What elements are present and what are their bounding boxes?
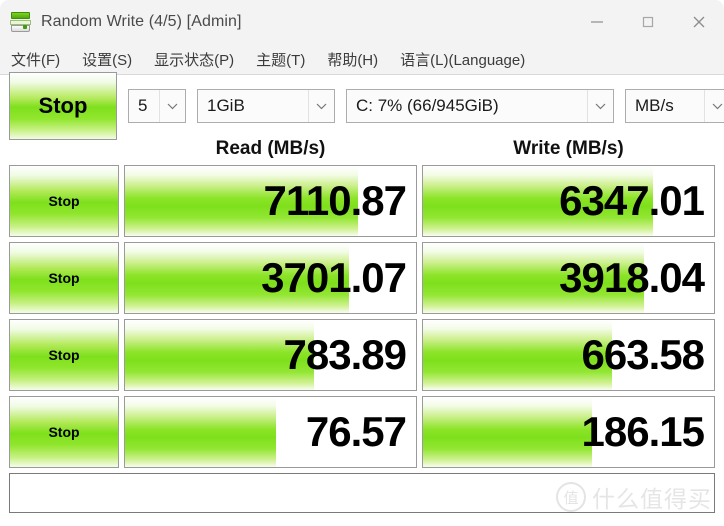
menu-item-display-status[interactable]: 显示状态(P)	[154, 49, 234, 70]
application-window: Random Write (4/5) [Admin] 文件(F) 设置(S) 显…	[0, 0, 724, 526]
all-stop-button[interactable]: Stop	[9, 72, 117, 140]
unit-dropdown[interactable]: MB/s	[625, 89, 724, 123]
write-score-value-1: 3918.04	[559, 254, 705, 301]
write-score-value-3: 186.15	[581, 408, 705, 455]
comment-input[interactable]	[9, 473, 715, 513]
table-row: Stop 783.89 663.58	[9, 319, 715, 391]
target-drive-value: C: 7% (66/945GiB)	[356, 96, 499, 115]
chevron-down-icon	[308, 90, 334, 122]
read-score-value-2: 783.89	[283, 331, 407, 378]
menu-item-file[interactable]: 文件(F)	[11, 49, 60, 70]
write-score-cell-3: 186.15	[422, 396, 715, 468]
read-score-cell-2: 783.89	[124, 319, 417, 391]
table-row: Stop 7110.87 6347.01	[9, 165, 715, 237]
test-size-value: 1GiB	[207, 96, 245, 115]
read-score-value-3: 76.57	[305, 408, 407, 455]
write-score-value-2: 663.58	[581, 331, 705, 378]
write-score-cell-2: 663.58	[422, 319, 715, 391]
table-row: Stop 3701.07 3918.04	[9, 242, 715, 314]
menu-item-language[interactable]: 语言(L)(Language)	[400, 49, 525, 70]
chevron-down-icon	[159, 90, 185, 122]
minimize-icon	[590, 21, 603, 23]
client-area: Stop 5 1GiB C: 7% (66/945GiB) MB/s Read …	[0, 72, 724, 526]
read-score-cell-3: 76.57	[124, 396, 417, 468]
results-table: Stop 7110.87 6347.01 Stop 3701.07 3918.0…	[9, 165, 715, 468]
close-button[interactable]	[673, 0, 724, 44]
test-size-dropdown[interactable]: 1GiB	[197, 89, 335, 123]
row-stop-button-1[interactable]: Stop	[9, 242, 119, 314]
maximize-icon	[642, 16, 653, 28]
read-score-value-1: 3701.07	[261, 254, 407, 301]
title-bar: Random Write (4/5) [Admin]	[0, 0, 724, 44]
menu-bar: 文件(F) 设置(S) 显示状态(P) 主题(T) 帮助(H) 语言(L)(La…	[0, 44, 724, 75]
menu-item-settings[interactable]: 设置(S)	[82, 49, 132, 70]
crystaldiskmark-disk-icon	[10, 11, 32, 33]
minimize-button[interactable]	[571, 0, 622, 44]
window-title: Random Write (4/5) [Admin]	[41, 13, 242, 30]
window-controls	[571, 0, 724, 44]
unit-value: MB/s	[635, 96, 674, 115]
table-row: Stop 76.57 186.15	[9, 396, 715, 468]
read-score-value-0: 7110.87	[263, 177, 407, 224]
read-score-cell-1: 3701.07	[124, 242, 417, 314]
menu-item-help[interactable]: 帮助(H)	[327, 49, 378, 70]
write-score-cell-1: 3918.04	[422, 242, 715, 314]
write-score-cell-0: 6347.01	[422, 165, 715, 237]
read-score-bar-3	[125, 397, 277, 467]
test-count-dropdown[interactable]: 5	[128, 89, 186, 123]
row-stop-button-2[interactable]: Stop	[9, 319, 119, 391]
column-header-read: Read (MB/s)	[215, 138, 326, 159]
read-score-cell-0: 7110.87	[124, 165, 417, 237]
target-drive-dropdown[interactable]: C: 7% (66/945GiB)	[346, 89, 614, 123]
toolbar: Stop 5 1GiB C: 7% (66/945GiB) MB/s	[9, 72, 724, 140]
write-score-value-0: 6347.01	[559, 177, 705, 224]
write-score-bar-3	[423, 397, 592, 467]
chevron-down-icon	[587, 90, 613, 122]
row-stop-button-3[interactable]: Stop	[9, 396, 119, 468]
column-header-write: Write (MB/s)	[513, 138, 624, 159]
close-icon	[693, 16, 704, 28]
row-stop-button-0[interactable]: Stop	[9, 165, 119, 237]
test-count-value: 5	[138, 96, 148, 115]
chevron-down-icon	[704, 90, 724, 122]
menu-item-theme[interactable]: 主题(T)	[256, 49, 305, 70]
maximize-button[interactable]	[622, 0, 673, 44]
